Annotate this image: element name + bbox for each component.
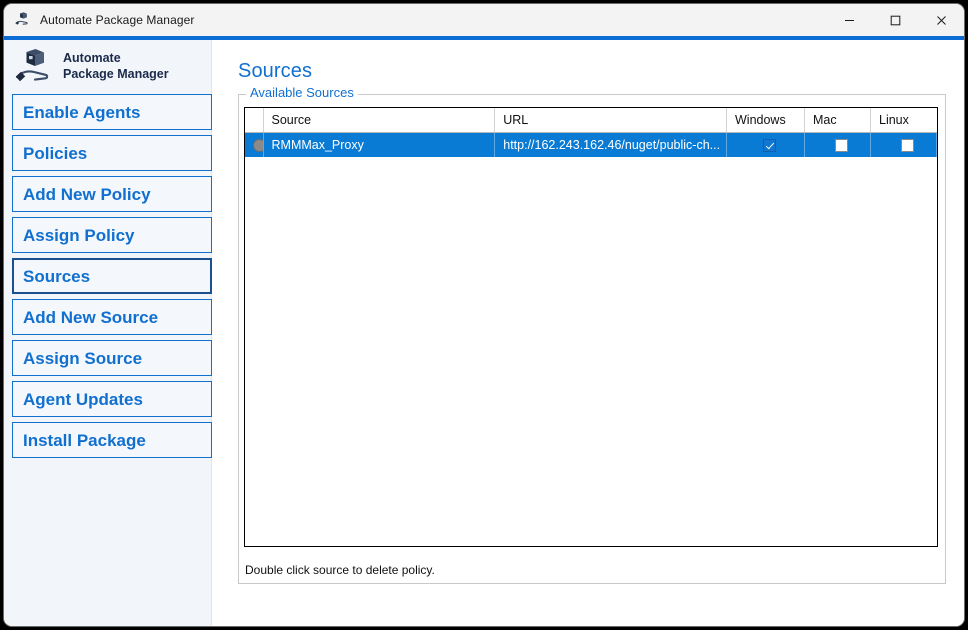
grid-empty-area[interactable] xyxy=(245,157,937,547)
column-header-windows[interactable]: Windows xyxy=(727,108,805,132)
windows-checkbox-icon[interactable] xyxy=(763,139,776,152)
brand-header: Automate Package Manager xyxy=(4,40,211,92)
brand-line-1: Automate xyxy=(63,51,169,67)
column-header-mac[interactable]: Mac xyxy=(805,108,871,132)
maximize-button[interactable] xyxy=(872,4,918,36)
column-header-linux[interactable]: Linux xyxy=(871,108,937,132)
minimize-button[interactable] xyxy=(826,4,872,36)
cell-mac[interactable] xyxy=(805,132,871,157)
brand-title: Automate Package Manager xyxy=(63,51,169,82)
package-hand-icon xyxy=(14,11,32,29)
record-indicator-icon xyxy=(253,139,263,152)
app-window: Automate Package Manager xyxy=(4,4,964,626)
title-bar: Automate Package Manager xyxy=(4,4,964,36)
sidebar-item-agent-updates[interactable]: Agent Updates xyxy=(12,381,212,417)
sidebar-item-install-package[interactable]: Install Package xyxy=(12,422,212,458)
sidebar-nav: Enable Agents Policies Add New Policy As… xyxy=(4,94,211,458)
column-header-url[interactable]: URL xyxy=(495,108,727,132)
cell-linux[interactable] xyxy=(871,132,937,157)
mac-checkbox-icon[interactable] xyxy=(835,139,848,152)
main-content: Sources Available Sources Source URL Win… xyxy=(212,40,964,626)
cell-source: RMMMax_Proxy xyxy=(263,132,495,157)
table-header: Source URL Windows Mac Linux xyxy=(245,108,937,132)
linux-checkbox-icon[interactable] xyxy=(901,139,914,152)
cell-windows[interactable] xyxy=(727,132,805,157)
window-body: Automate Package Manager Enable Agents P… xyxy=(4,40,964,626)
grid-hint-text: Double click source to delete policy. xyxy=(245,563,435,577)
table-row[interactable]: RMMMax_Proxy http://162.243.162.46/nuget… xyxy=(245,132,937,157)
row-indicator-cell xyxy=(245,132,263,157)
window-title: Automate Package Manager xyxy=(40,13,195,27)
sidebar: Automate Package Manager Enable Agents P… xyxy=(4,40,212,626)
page-title: Sources xyxy=(238,60,312,83)
sidebar-item-sources[interactable]: Sources xyxy=(12,258,212,294)
table-header-row: Source URL Windows Mac Linux xyxy=(245,108,937,132)
sidebar-item-add-new-policy[interactable]: Add New Policy xyxy=(12,176,212,212)
column-header-source[interactable]: Source xyxy=(263,108,495,132)
sources-grid[interactable]: Source URL Windows Mac Linux xyxy=(244,107,938,547)
sidebar-item-enable-agents[interactable]: Enable Agents xyxy=(12,94,212,130)
sidebar-item-assign-policy[interactable]: Assign Policy xyxy=(12,217,212,253)
sources-table: Source URL Windows Mac Linux xyxy=(245,108,937,157)
available-sources-groupbox: Available Sources Source URL Windows Mac… xyxy=(238,94,946,584)
brand-line-2: Package Manager xyxy=(63,67,169,83)
column-header-select xyxy=(245,108,263,132)
table-body: RMMMax_Proxy http://162.243.162.46/nuget… xyxy=(245,132,937,157)
sidebar-item-add-new-source[interactable]: Add New Source xyxy=(12,299,212,335)
sidebar-item-policies[interactable]: Policies xyxy=(12,135,212,171)
package-hand-icon xyxy=(14,47,54,87)
cell-url: http://162.243.162.46/nuget/public-ch... xyxy=(495,132,727,157)
sidebar-item-assign-source[interactable]: Assign Source xyxy=(12,340,212,376)
groupbox-legend: Available Sources xyxy=(246,85,358,100)
close-button[interactable] xyxy=(918,4,964,36)
